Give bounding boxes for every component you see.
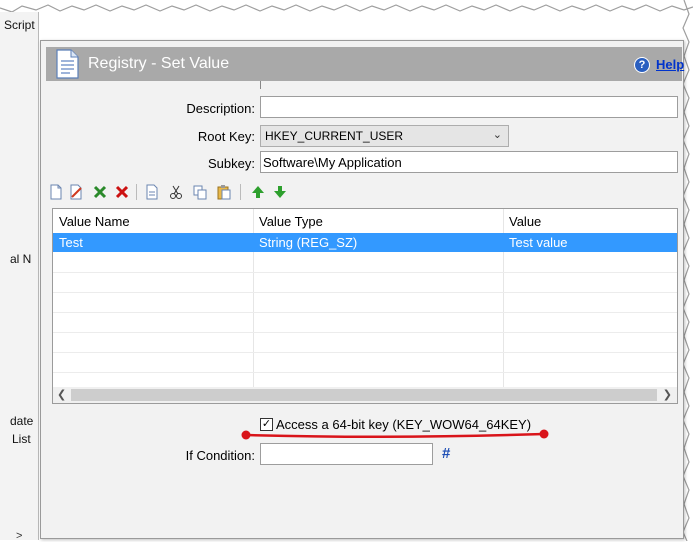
edit-value-icon[interactable] [68,184,84,200]
value-type-cell: String (REG_SZ) [259,235,358,250]
table-header: Value Name Value Type Value [53,209,677,234]
values-table[interactable]: Value Name Value Type Value Test String … [52,208,678,404]
subkey-input[interactable] [260,151,678,173]
copy-icon[interactable] [192,184,208,200]
new-value-icon[interactable] [48,184,64,200]
hash-icon[interactable]: # [442,445,450,462]
scroll-left-icon[interactable]: ❮ [57,388,66,401]
toolbar-separator [240,184,241,200]
horizontal-scrollbar[interactable]: ❮ ❯ [53,387,677,403]
chevron-down-icon: ⌄ [492,129,502,141]
nal-fragment: al N [10,252,32,266]
paste-icon[interactable] [216,184,232,200]
background-window-strip: Script al N date List > [0,12,39,542]
date-fragment: date [10,414,34,428]
row-divider [53,352,677,353]
help-icon[interactable]: ? [634,57,650,73]
check-icon[interactable] [92,184,108,200]
move-down-icon[interactable] [272,184,288,200]
value-name-cell: Test [59,235,83,250]
row-divider [53,292,677,293]
column-header[interactable]: Value [509,214,541,229]
column-header[interactable]: Value Name [59,214,130,229]
dialog-titlebar: Registry - Set Value ? Help [46,47,684,81]
value-cell: Test value [509,235,568,250]
root-key-select[interactable]: HKEY_CURRENT_USER ⌄ [260,125,509,147]
annotation-underline [241,429,549,440]
if-condition-label: If Condition: [185,448,255,463]
script-fragment: Script [4,18,35,32]
if-condition-input[interactable] [260,443,433,465]
row-divider [53,272,677,273]
row-divider [53,312,677,313]
row-divider [53,332,677,333]
subkey-label: Subkey: [208,156,255,171]
delete-icon[interactable] [114,184,130,200]
help-link[interactable]: Help [656,57,684,72]
root-key-label: Root Key: [197,129,255,144]
torn-edge-top [0,4,693,13]
scroll-right-icon[interactable]: ❯ [663,388,672,401]
chevron-right-icon[interactable]: > [16,530,22,542]
divider-tick [260,81,261,89]
list-fragment: List [12,432,31,446]
document-icon [56,49,79,79]
description-input[interactable] [260,96,678,118]
row-divider [53,372,677,373]
copy-doc-icon[interactable] [144,184,160,200]
move-up-icon[interactable] [250,184,266,200]
scroll-thumb[interactable] [71,389,657,401]
root-key-value: HKEY_CURRENT_USER [265,129,404,143]
description-label: Description: [186,101,255,116]
column-header[interactable]: Value Type [259,214,323,229]
cut-icon[interactable] [168,184,184,200]
dialog-title: Registry - Set Value [88,55,230,72]
table-row[interactable]: Test String (REG_SZ) Test value [53,233,677,252]
toolbar-separator [136,184,137,200]
